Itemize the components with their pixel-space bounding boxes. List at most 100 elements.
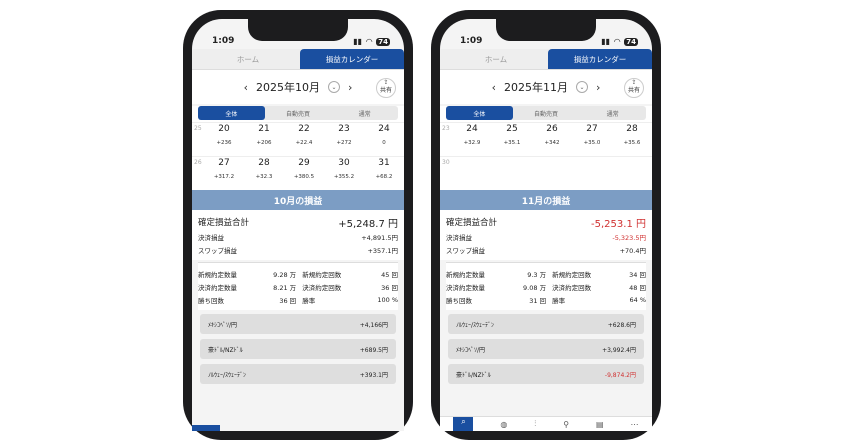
chevron-down-icon[interactable]: ⌄ (328, 81, 340, 93)
calendar-day[interactable] (492, 157, 532, 190)
calendar-day[interactable]: 27 +35.0 (572, 123, 612, 156)
tab-home[interactable]: ホーム (196, 49, 300, 69)
settle-label: 決済損益 (446, 233, 472, 242)
segment-all[interactable]: 全体 (446, 106, 513, 120)
stat-value: 45 回 (381, 270, 398, 279)
segment-normal[interactable]: 通常 (579, 106, 646, 120)
pair-profit: +393.1円 (359, 371, 388, 379)
calendar-day[interactable] (572, 157, 612, 190)
pl-summary: 確定損益合計 +5,248.7 円 決済損益 +4,891.5円 スワップ損益 … (192, 210, 404, 260)
calendar-day[interactable]: 23 +272 (324, 123, 364, 156)
day-number: 26 (546, 124, 558, 134)
tab-pl-calendar[interactable]: 損益カレンダー (300, 49, 404, 69)
pl-summary: 確定損益合計 -5,253.1 円 決済損益 -5,323.5円 スワップ損益 … (440, 210, 652, 260)
day-profit: +68.2 (375, 174, 393, 180)
status-icons: ▮▮ ◠ 74 (601, 37, 638, 46)
stat-label: 新規約定数量 (198, 270, 237, 279)
segment-auto[interactable]: 自動売買 (513, 106, 580, 120)
more-icon[interactable]: ⋯ (630, 420, 638, 429)
calendar-week: 30 (440, 156, 652, 190)
swap-value: +70.4円 (619, 246, 646, 255)
share-icon: ⇪ (383, 79, 389, 86)
chevron-down-icon[interactable]: ⌄ (576, 81, 588, 93)
bottom-nav-stub (192, 425, 220, 431)
stat-label: 勝率 (552, 296, 566, 305)
pair-name: ﾒｷｼｺﾍﾟｿ/円 (208, 321, 238, 329)
status-time: 1:09 (212, 36, 235, 46)
calendar-day[interactable]: 27 +317.2 (204, 157, 244, 190)
chevron-right-icon[interactable]: › (348, 81, 352, 94)
calendar-day[interactable]: 22 +22.4 (284, 123, 324, 156)
day-profit: +32.9 (463, 140, 481, 146)
stat-label: 勝ち回数 (446, 296, 472, 305)
segment-auto[interactable]: 自動売買 (265, 106, 332, 120)
currency-pair-row[interactable]: ﾉﾙｳｪｰ/ｽｳｪｰﾃﾞﾝ +628.6円 (448, 314, 644, 334)
status-time: 1:09 (460, 36, 483, 46)
stat-value: 9.28 万 (273, 270, 297, 279)
day-number: 25 (506, 124, 518, 134)
calendar: 全体 自動売買 通常 25 20 +236 21 +206 22 +22.4 2… (192, 106, 404, 190)
share-label: 共有 (379, 87, 392, 94)
currency-pair-row[interactable]: ﾉﾙｳｪｰ/ｽｳｪｰﾃﾞﾝ +393.1円 (200, 364, 396, 384)
pair-name: 豪ﾄﾞﾙ/NZﾄﾞﾙ (208, 346, 243, 354)
currency-pair-row[interactable]: ﾒｷｼｺﾍﾟｿ/円 +4,166円 (200, 314, 396, 334)
search-icon[interactable]: ⌕ (453, 417, 474, 431)
chevron-left-icon[interactable]: ‹ (244, 81, 248, 94)
day-profit: +317.2 (213, 174, 235, 180)
tab-pl-calendar[interactable]: 損益カレンダー (548, 49, 652, 69)
calendar-day[interactable]: 29 +380.5 (284, 157, 324, 190)
calendar-day[interactable] (612, 157, 652, 190)
calendar-day[interactable]: 24 +32.9 (452, 123, 492, 156)
globe-icon[interactable]: ◍ (500, 420, 507, 429)
pair-name: ﾉﾙｳｪｰ/ｽｳｪｰﾃﾞﾝ (456, 321, 495, 329)
trade-stats: 新規約定数量 9.3 万新規約定回数 34 回決済約定数量 9.08 万決済約定回数 4… (446, 262, 646, 310)
share-button[interactable]: ⇪ 共有 (376, 78, 396, 98)
list-icon[interactable]: ▤ (596, 420, 604, 429)
chevron-left-icon[interactable]: ‹ (492, 81, 496, 94)
day-number: 24 (466, 124, 478, 134)
tab-home[interactable]: ホーム (444, 49, 548, 69)
total-value: -5,253.1 円 (591, 218, 646, 230)
day-profit: +22.4 (295, 140, 313, 146)
month-title[interactable]: 2025年11月 (504, 79, 568, 95)
stat-label: 決済約定数量 (198, 283, 237, 292)
calendar-day[interactable]: 21 +206 (244, 123, 284, 156)
calendar-day[interactable]: 24 0 (364, 123, 404, 156)
pair-name: 豪ﾄﾞﾙ/NZﾄﾞﾙ (456, 371, 491, 379)
pair-name: ﾉﾙｳｪｰ/ｽｳｪｰﾃﾞﾝ (208, 371, 247, 379)
day-profit: +32.3 (255, 174, 273, 180)
currency-pair-row[interactable]: ﾒｷｼｺﾍﾟｿ/円 +3,992.4円 (448, 339, 644, 359)
calendar-day[interactable] (452, 157, 492, 190)
day-profit: +236 (216, 140, 232, 146)
currency-pair-row[interactable]: 豪ﾄﾞﾙ/NZﾄﾞﾙ +689.5円 (200, 339, 396, 359)
phone-frame: 1:09 ▮▮ ◠ 74 ホーム 損益カレンダー ‹ 2025年10月 ⌄ › … (183, 10, 413, 440)
stat-value: 9.3 万 (527, 270, 547, 279)
calendar-day[interactable]: 25 +35.1 (492, 123, 532, 156)
settle-value: +4,891.5円 (361, 233, 398, 242)
day-profit: +35.6 (623, 140, 641, 146)
stat-label: 勝率 (302, 296, 316, 305)
calendar-day[interactable]: 31 +68.2 (364, 157, 404, 190)
day-number: 27 (218, 158, 230, 168)
segment-normal[interactable]: 通常 (331, 106, 398, 120)
day-number: 24 (378, 124, 390, 134)
segment-all[interactable]: 全体 (198, 106, 265, 120)
calendar-day[interactable]: 28 +35.6 (612, 123, 652, 156)
share-button[interactable]: ⇪ 共有 (624, 78, 644, 98)
stat-value: 31 回 (529, 296, 547, 305)
filter-segment: 全体 自動売買 通常 (198, 106, 398, 120)
chart-icon[interactable]: ⫶ (534, 419, 536, 429)
week-number: 26 (194, 159, 202, 166)
pair-profit: +628.6円 (607, 321, 636, 329)
bottom-nav: ⌕ ◍ ⫶ ⚲ ▤ ⋯ (440, 416, 652, 431)
stat-label: 勝ち回数 (198, 296, 224, 305)
chevron-right-icon[interactable]: › (596, 81, 600, 94)
month-title[interactable]: 2025年10月 (256, 79, 320, 95)
currency-pair-row[interactable]: 豪ﾄﾞﾙ/NZﾄﾞﾙ -9,874.2円 (448, 364, 644, 384)
calendar-day[interactable]: 26 +342 (532, 123, 572, 156)
calendar-day[interactable]: 30 +355.2 (324, 157, 364, 190)
calendar-day[interactable]: 28 +32.3 (244, 157, 284, 190)
filter-icon[interactable]: ⚲ (563, 420, 569, 429)
calendar-day[interactable] (532, 157, 572, 190)
calendar-day[interactable]: 20 +236 (204, 123, 244, 156)
